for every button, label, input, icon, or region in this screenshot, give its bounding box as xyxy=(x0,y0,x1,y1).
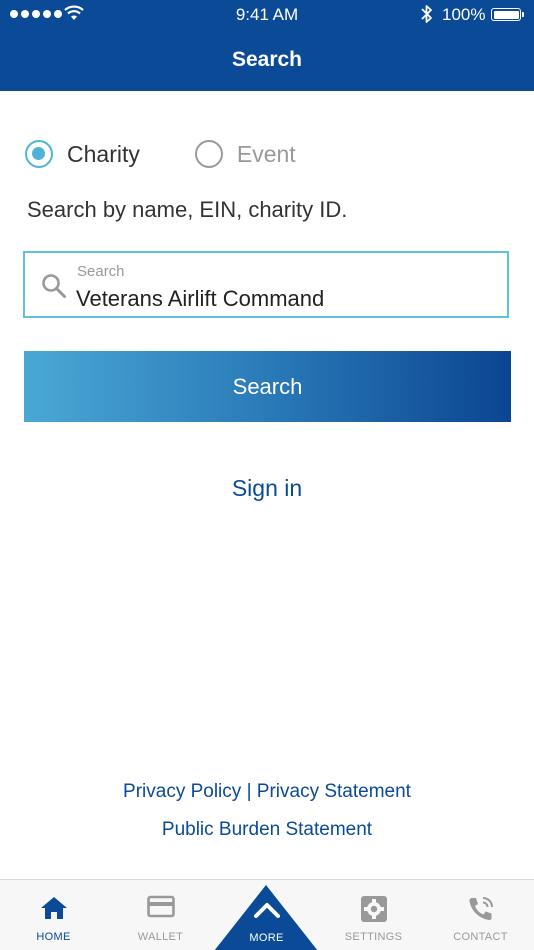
battery-percentage: 100% xyxy=(442,5,486,24)
radio-unselected-icon xyxy=(194,140,223,168)
footer-links-row-2: Public Burden Statement xyxy=(0,819,534,841)
public-burden-statement-link[interactable]: Public Burden Statement xyxy=(162,819,372,840)
link-separator: | xyxy=(246,781,252,802)
tab-bar: HOME WALLET MORE SETTINGS CONTACT xyxy=(0,879,534,950)
privacy-policy-link[interactable]: Privacy Policy xyxy=(123,781,241,802)
search-field-label: Search xyxy=(77,263,125,280)
page-title: Search xyxy=(231,48,303,71)
tab-settings-label: SETTINGS xyxy=(344,931,403,943)
event-radio-label: Event xyxy=(236,140,296,167)
footer-links-row: Privacy Policy | Privacy Statement xyxy=(0,781,534,803)
tab-more-label: MORE xyxy=(249,932,284,944)
tab-contact-label: CONTACT xyxy=(453,931,508,943)
tab-contact[interactable]: CONTACT xyxy=(427,880,534,950)
chevron-up-icon xyxy=(253,903,280,918)
search-input[interactable] xyxy=(76,285,496,313)
event-radio[interactable]: Event xyxy=(194,140,296,168)
sign-in-link[interactable]: Sign in xyxy=(0,475,534,502)
home-icon xyxy=(40,897,67,919)
tab-settings[interactable]: SETTINGS xyxy=(320,880,427,950)
search-hint: Search by name, EIN, charity ID. xyxy=(27,197,348,222)
tab-home[interactable]: HOME xyxy=(0,880,107,950)
tab-wallet-label: WALLET xyxy=(137,931,184,943)
search-field[interactable]: Search xyxy=(23,251,509,318)
search-icon xyxy=(42,274,66,298)
radio-selected-icon xyxy=(25,140,53,168)
phone-icon xyxy=(468,897,493,921)
wallet-icon xyxy=(146,895,175,918)
bluetooth-icon xyxy=(421,5,432,23)
battery-icon xyxy=(491,8,524,21)
tab-home-label: HOME xyxy=(36,931,71,943)
charity-radio[interactable]: Charity xyxy=(25,140,140,168)
search-type-selector: Charity Event xyxy=(25,140,296,168)
nav-bar: Search xyxy=(0,30,534,91)
tab-more[interactable]: MORE xyxy=(213,880,320,950)
charity-radio-label: Charity xyxy=(67,140,140,167)
search-button[interactable]: Search xyxy=(24,351,511,422)
tab-wallet[interactable]: WALLET xyxy=(107,880,214,950)
privacy-statement-link[interactable]: Privacy Statement xyxy=(257,781,411,802)
gear-icon xyxy=(360,896,387,922)
status-bar: 9:41 AM 100% xyxy=(0,0,534,30)
